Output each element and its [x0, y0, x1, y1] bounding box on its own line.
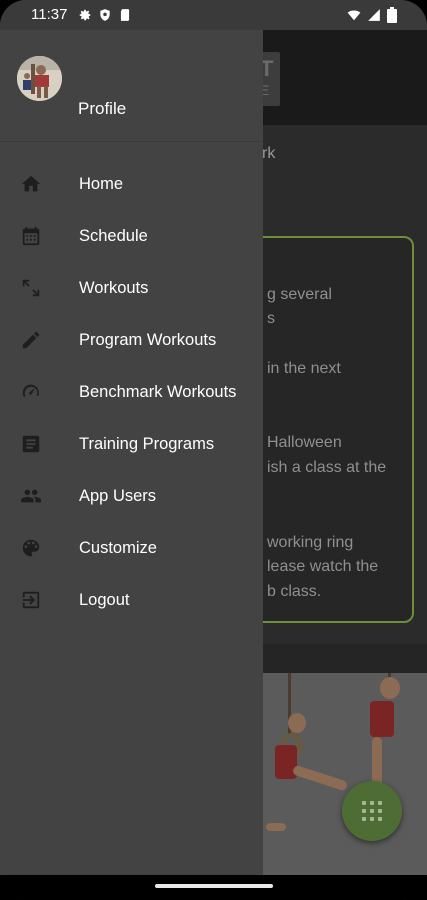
menu-item-program-workouts[interactable]: Program Workouts [0, 314, 263, 366]
sd-card-icon [120, 9, 130, 21]
home-icon [20, 173, 42, 195]
menu-item-label: Training Programs [79, 435, 215, 453]
menu-item-customize[interactable]: Customize [0, 522, 263, 574]
home-gesture-handle[interactable] [155, 884, 273, 888]
document-icon [20, 433, 42, 455]
app-screen: T E rk g several s in the next Halloween… [0, 0, 427, 900]
menu-item-home[interactable]: Home [0, 158, 263, 210]
shield-icon [100, 9, 110, 21]
status-bar: 11:37 [0, 0, 427, 30]
palette-icon [20, 537, 42, 559]
avatar-photo [17, 56, 62, 101]
drawer-menu: Home Schedule Workouts Program Workouts … [0, 158, 263, 626]
menu-item-label: Workouts [79, 279, 149, 297]
card-text-line: lease watch the [267, 558, 379, 575]
profile-avatar[interactable] [17, 56, 62, 101]
menu-item-label: Customize [79, 539, 157, 557]
athlete-feet [266, 823, 286, 831]
wifi-icon [347, 10, 361, 21]
navigation-drawer: Profile Home Schedule Workouts Program W… [0, 0, 263, 875]
people-icon [20, 485, 42, 507]
menu-item-label: App Users [79, 487, 157, 505]
cell-signal-icon [368, 9, 380, 21]
grid-icon [362, 801, 382, 821]
card-text-line: ish a class at the [267, 459, 387, 476]
card-text-line: in the next [267, 360, 341, 377]
menu-item-schedule[interactable]: Schedule [0, 210, 263, 262]
menu-item-label: Benchmark Workouts [79, 383, 237, 401]
expand-arrows-icon [20, 277, 42, 299]
pencil-icon [20, 329, 42, 351]
card-text-line: b class. [267, 583, 322, 600]
athlete-head [288, 713, 306, 733]
menu-item-label: Program Workouts [79, 331, 217, 349]
athlete-legs [291, 764, 349, 792]
menu-item-label: Schedule [79, 227, 148, 245]
card-text-line: Halloween [267, 434, 342, 451]
status-right-icons [347, 7, 397, 23]
card-text-line: working ring [267, 534, 354, 551]
athlete-body [370, 701, 394, 737]
athlete-head [380, 677, 400, 699]
calendar-icon [20, 225, 42, 247]
profile-label[interactable]: Profile [78, 99, 126, 119]
speedometer-icon [20, 381, 42, 403]
section-label: rk [262, 145, 276, 162]
quick-actions-fab[interactable] [342, 781, 402, 841]
menu-item-label: Home [79, 175, 124, 193]
status-time: 11:37 [31, 6, 68, 23]
menu-item-workouts[interactable]: Workouts [0, 262, 263, 314]
system-nav-bar [0, 875, 427, 900]
logout-icon [20, 589, 42, 611]
card-text-line: s [267, 310, 275, 327]
menu-item-logout[interactable]: Logout [0, 574, 263, 626]
battery-icon [387, 7, 397, 23]
status-left-icons [78, 8, 132, 22]
menu-item-benchmark-workouts[interactable]: Benchmark Workouts [0, 366, 263, 418]
menu-item-label: Logout [79, 591, 130, 609]
gear-icon [79, 9, 91, 21]
card-text-line: g several [267, 286, 332, 303]
menu-item-app-users[interactable]: App Users [0, 470, 263, 522]
menu-item-training-programs[interactable]: Training Programs [0, 418, 263, 470]
